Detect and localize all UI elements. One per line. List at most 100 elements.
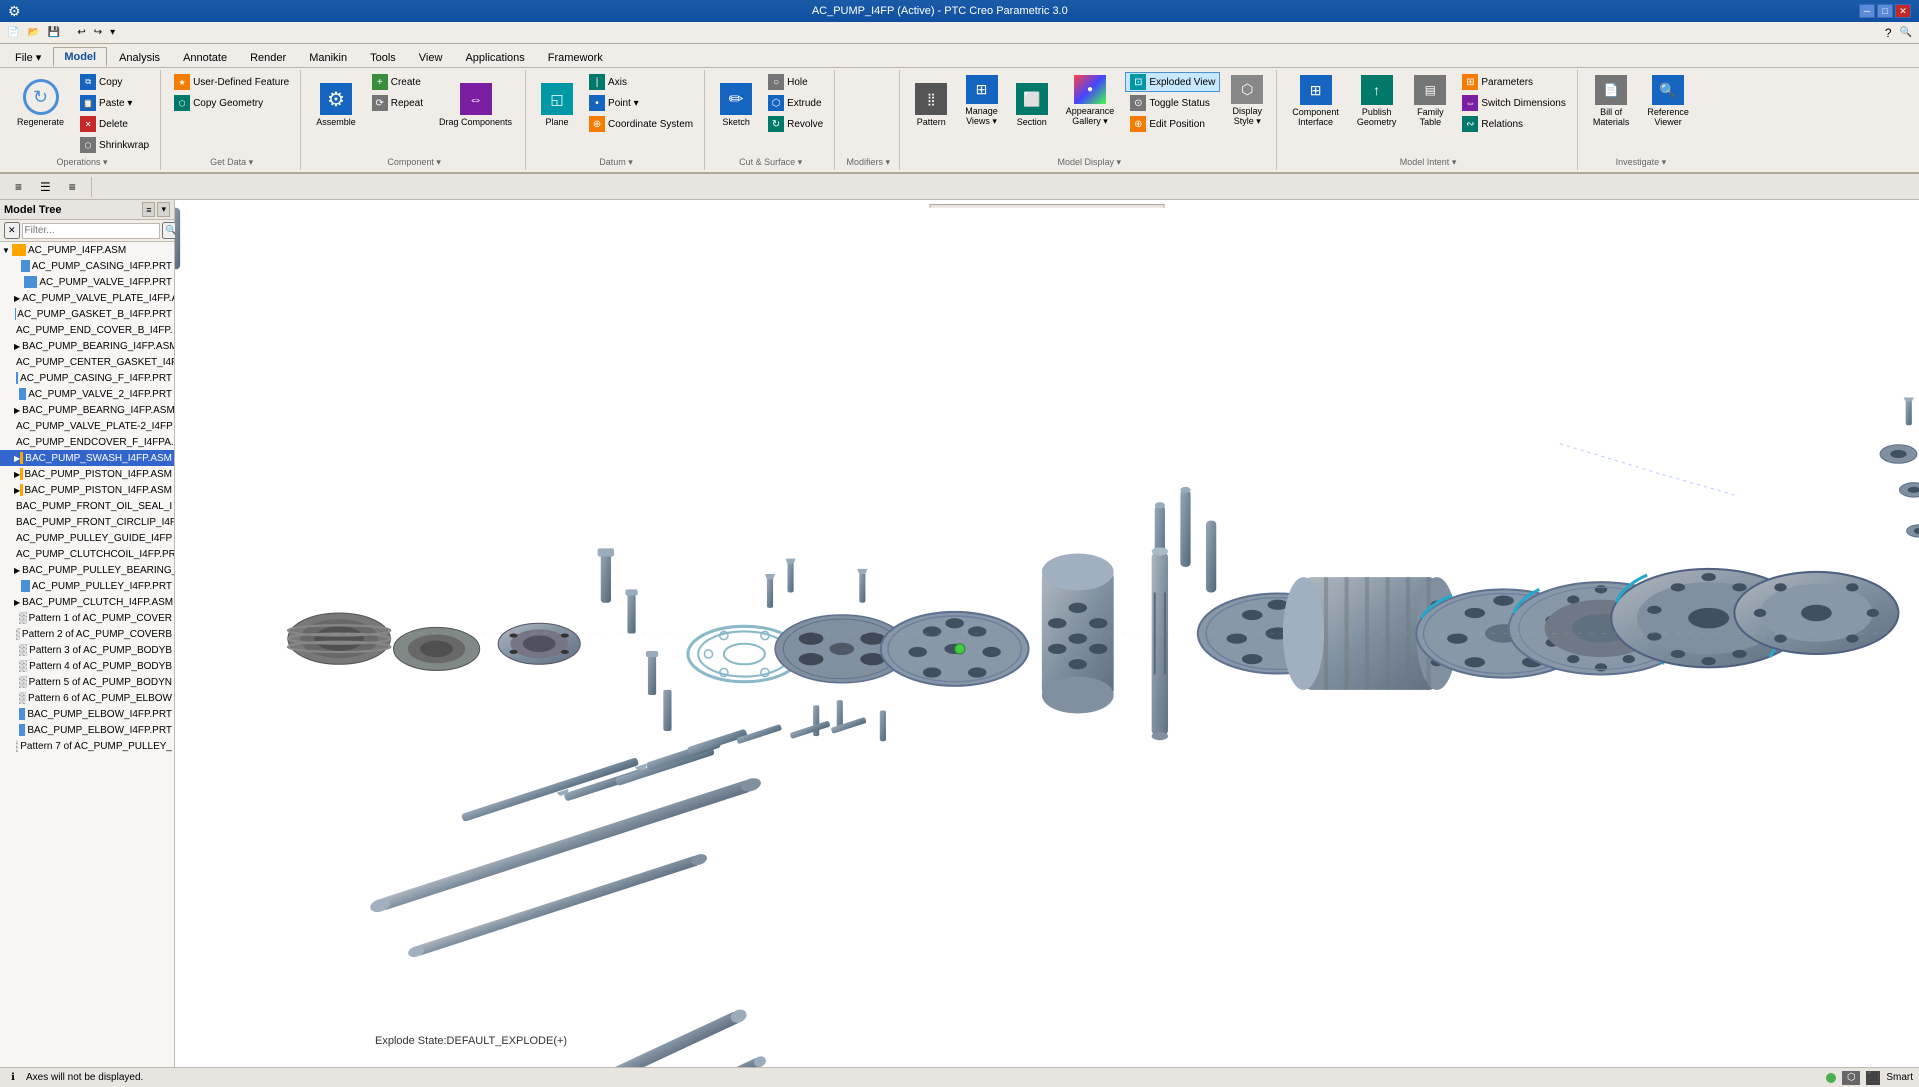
tab-tools[interactable]: Tools [359,48,407,67]
qa-redo-button[interactable]: ↪ [91,26,105,39]
component-interface-button[interactable]: ⊞ ComponentInterface [1285,72,1346,130]
shrinkwrap-button[interactable]: ⬡ Shrinkwrap [75,135,154,155]
qa-undo-button[interactable]: ↩ [74,26,88,39]
tree-item-27[interactable]: Pattern 5 of AC_PUMP_BODYN [0,674,174,690]
tree-item-12[interactable]: AC_PUMP_ENDCOVER_F_I4FPA. [0,434,174,450]
tree-item-29[interactable]: BAC_PUMP_ELBOW_I4FP.PRT [0,706,174,722]
drag-components-button[interactable]: ⇔ Drag Components [432,72,519,130]
tree-item-22[interactable]: ▶ BAC_PUMP_CLUTCH_I4FP.ASM [0,594,174,610]
parameters-button[interactable]: ⊞ Parameters [1457,72,1570,92]
sidebar-prop-toggle[interactable]: ≡ [62,177,83,197]
copy-geometry-button[interactable]: ⬡ Copy Geometry [169,93,294,113]
axis-button[interactable]: | Axis [584,72,698,92]
tree-expand-6[interactable]: ▶ [14,342,20,351]
viewport[interactable]: 🔍 🔎 🔍- ⬡ □ ⬛ ✂ ← → ▾ [175,200,1919,1067]
tab-view[interactable]: View [408,48,454,67]
tree-expand-3[interactable]: ▶ [14,294,20,303]
tree-item-16[interactable]: BAC_PUMP_FRONT_OIL_SEAL_I [0,498,174,514]
tree-item-17[interactable]: BAC_PUMP_FRONT_CIRCLIP_I4F [0,514,174,530]
tab-annotate[interactable]: Annotate [172,48,238,67]
restore-button[interactable]: □ [1877,4,1893,18]
toggle-status-button[interactable]: ⊙ Toggle Status [1125,93,1220,113]
qa-open-button[interactable]: 📂 [24,26,42,39]
filter-input[interactable] [22,223,160,239]
tree-item-7[interactable]: AC_PUMP_CENTER_GASKET_I4F [0,354,174,370]
relations-button[interactable]: ∾ Relations [1457,114,1570,134]
qa-help-button[interactable]: ? [1882,25,1895,41]
tab-model[interactable]: Model [53,47,107,67]
qa-new-button[interactable]: 📄 [4,26,22,39]
tree-item-3[interactable]: ▶ AC_PUMP_VALVE_PLATE_I4FP.A [0,290,174,306]
tree-item-20[interactable]: ▶ BAC_PUMP_PULLEY_BEARING_ [0,562,174,578]
edit-position-button[interactable]: ⊕ Edit Position [1125,114,1220,134]
qa-more-button[interactable]: ▾ [107,26,118,39]
tree-item-21[interactable]: AC_PUMP_PULLEY_I4FP.PRT [0,578,174,594]
tree-item-9[interactable]: AC_PUMP_VALVE_2_I4FP.PRT [0,386,174,402]
tree-settings-button[interactable]: ≡ [142,202,155,217]
tree-expand-22[interactable]: ▶ [14,598,20,607]
tree-item-18[interactable]: AC_PUMP_PULLEY_GUIDE_I4FP [0,530,174,546]
tab-analysis[interactable]: Analysis [108,48,171,67]
section-button[interactable]: ⬜ Section [1009,72,1055,130]
tree-item-23[interactable]: Pattern 1 of AC_PUMP_COVER [0,610,174,626]
tree-item-6[interactable]: ▶ BAC_PUMP_BEARING_I4FP.ASM [0,338,174,354]
repeat-button[interactable]: ⟳ Repeat [367,93,428,113]
filter-clear-button[interactable]: ✕ [4,222,20,239]
switch-dimensions-button[interactable]: ⇔ Switch Dimensions [1457,93,1570,113]
minimize-button[interactable]: ─ [1859,4,1875,18]
tree-item-root[interactable]: ▼ AC_PUMP_I4FP.ASM [0,242,174,258]
tab-manikin[interactable]: Manikin [298,48,358,67]
view-toggle-button[interactable]: ⬡ [1842,1071,1860,1085]
tree-filter-button[interactable]: ▾ [157,202,170,217]
family-table-button[interactable]: ▤ FamilyTable [1407,72,1453,130]
tree-item-13[interactable]: ▶ BAC_PUMP_SWASH_I4FP.ASM [0,450,174,466]
delete-button[interactable]: ✕ Delete [75,114,154,134]
tree-item-24[interactable]: Pattern 2 of AC_PUMP_COVERB [0,626,174,642]
grid-toggle-button[interactable]: ⬛ [1866,1071,1880,1085]
reference-viewer-button[interactable]: 🔍 ReferenceViewer [1640,72,1696,130]
tree-item-31[interactable]: Pattern 7 of AC_PUMP_PULLEY_ [0,738,174,754]
tree-item-1[interactable]: AC_PUMP_CASING_I4FP.PRT [0,258,174,274]
close-button[interactable]: ✕ [1895,4,1911,18]
tab-render[interactable]: Render [239,48,297,67]
manage-views-button[interactable]: ⊞ ManageViews ▾ [958,72,1005,130]
assemble-button[interactable]: ⚙ Assemble [309,72,363,130]
tree-item-25[interactable]: Pattern 3 of AC_PUMP_BODYB [0,642,174,658]
tree-item-15[interactable]: ▶ BAC_PUMP_PISTON_I4FP.ASM [0,482,174,498]
tree-expand-root[interactable]: ▼ [2,246,12,255]
qa-save-button[interactable]: 💾 [45,26,63,39]
create-button[interactable]: + Create [367,72,428,92]
publish-geometry-button[interactable]: ↑ PublishGeometry [1350,72,1404,130]
sidebar-layer-toggle[interactable]: ☰ [33,177,58,197]
regenerate-button[interactable]: ↻ Regenerate [10,72,71,130]
tree-item-8[interactable]: AC_PUMP_CASING_F_I4FP.PRT [0,370,174,386]
appearance-gallery-button[interactable]: ● AppearanceGallery ▾ [1059,72,1122,130]
revolve-button[interactable]: ↻ Revolve [763,114,828,134]
tree-item-5[interactable]: AC_PUMP_END_COVER_B_I4FP. [0,322,174,338]
tree-item-30[interactable]: BAC_PUMP_ELBOW_I4FP.PRT [0,722,174,738]
tree-item-26[interactable]: Pattern 4 of AC_PUMP_BODYB [0,658,174,674]
tree-item-28[interactable]: Pattern 6 of AC_PUMP_ELBOW [0,690,174,706]
hole-button[interactable]: ○ Hole [763,72,828,92]
bill-of-materials-button[interactable]: 📄 Bill ofMaterials [1586,72,1637,130]
tree-item-4[interactable]: AC_PUMP_GASKET_B_I4FP.PRT [0,306,174,322]
pattern-button[interactable]: ⣿ Pattern [908,72,954,130]
tree-item-2[interactable]: AC_PUMP_VALVE_I4FP.PRT [0,274,174,290]
qa-search-button[interactable]: 🔍 [1897,26,1915,39]
tree-expand-20[interactable]: ▶ [14,566,20,575]
paste-button[interactable]: 📋 Paste ▾ [75,93,154,113]
sidebar-tree-toggle[interactable]: ≡ [8,177,29,197]
tree-item-11[interactable]: AC_PUMP_VALVE_PLATE-2_I4FP [0,418,174,434]
tree-item-19[interactable]: AC_PUMP_CLUTCHCOIL_I4FP.PR [0,546,174,562]
tab-applications[interactable]: Applications [454,48,535,67]
copy-button[interactable]: ⧉ Copy [75,72,154,92]
display-style-button[interactable]: ⬡ DisplayStyle ▾ [1224,72,1270,130]
exploded-view-button[interactable]: ⊡ Exploded View [1125,72,1220,92]
tab-file[interactable]: File ▾ [4,47,52,67]
title-bar-controls[interactable]: ─ □ ✕ [1859,4,1911,18]
tree-item-14[interactable]: ▶ BAC_PUMP_PISTON_I4FP.ASM [0,466,174,482]
tree-item-10[interactable]: ▶ BAC_PUMP_BEARNG_I4FP.ASM [0,402,174,418]
point-button[interactable]: • Point ▾ [584,93,698,113]
user-defined-feature-button[interactable]: ★ User-Defined Feature [169,72,294,92]
tab-framework[interactable]: Framework [537,48,614,67]
